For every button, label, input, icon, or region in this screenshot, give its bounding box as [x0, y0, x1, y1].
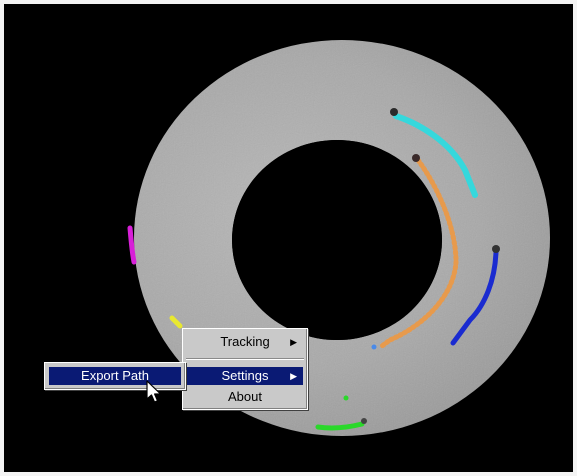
menu-item-settings[interactable]: Settings ▶ [187, 367, 303, 385]
submenu-arrow-icon: ▶ [290, 371, 297, 381]
track-blue-head [492, 245, 500, 253]
menu-item-tracking[interactable]: Tracking ▶ [187, 333, 303, 351]
menu-item-about[interactable]: About [187, 388, 303, 406]
track-orange-head [412, 154, 420, 162]
menu-item-about-label: About [228, 389, 262, 404]
menu-separator [186, 358, 304, 360]
menu-item-tracking-label: Tracking [220, 334, 270, 349]
tracking-viewer: Tracking ▶ Settings ▶ About Export Path [0, 0, 577, 476]
context-menu: Tracking ▶ Settings ▶ About [182, 328, 308, 410]
arena-center-hole [232, 140, 442, 340]
track-green-head [361, 418, 367, 424]
track-green-stray-dot [343, 395, 349, 401]
mouse-pointer-icon [146, 380, 162, 403]
track-orange-end-dot [371, 344, 377, 350]
menu-item-export-path-label: Export Path [81, 368, 149, 383]
track-cyan-head [390, 108, 398, 116]
submenu-arrow-icon: ▶ [290, 337, 297, 347]
settings-submenu: Export Path [44, 362, 186, 390]
menu-item-settings-label: Settings [221, 368, 269, 383]
